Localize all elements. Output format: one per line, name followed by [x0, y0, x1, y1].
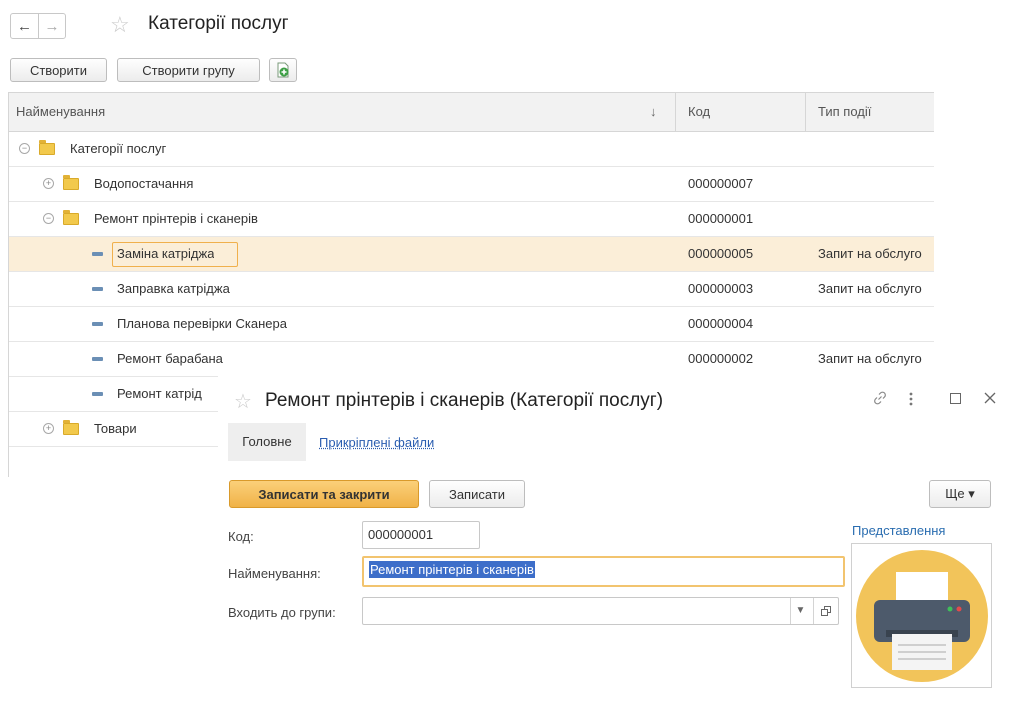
dialog-title: Ремонт прінтерів і сканерів (Категорії п…	[265, 390, 664, 411]
column-header-name[interactable]: Найменування	[16, 93, 105, 131]
row-code: 000000005	[688, 246, 754, 261]
row-name: Товари	[94, 421, 137, 436]
link-icon[interactable]	[872, 390, 888, 406]
sort-indicator[interactable]: ↓	[650, 93, 657, 131]
row-code: 000000002	[688, 351, 754, 366]
table-row[interactable]: Ремонт барабана 000000002 Запит на обслу…	[9, 342, 934, 377]
star-outline-icon[interactable]: ☆	[110, 14, 130, 36]
item-icon	[92, 287, 103, 291]
back-button[interactable]: ←	[11, 14, 38, 38]
row-name: Заміна катріджа	[117, 246, 215, 261]
add-copy-button[interactable]	[269, 58, 297, 82]
row-code: 000000007	[688, 176, 754, 191]
item-form-dialog: ☆ Ремонт прінтерів і сканерів (Категорії…	[218, 376, 1009, 704]
name-label: Найменування:	[228, 566, 321, 581]
create-group-button[interactable]: Створити групу	[117, 58, 260, 82]
folder-icon	[63, 420, 79, 435]
more-button[interactable]: Ще ▾	[929, 480, 991, 508]
navigation-buttons: ← →	[10, 13, 66, 39]
save-button[interactable]: Записати	[429, 480, 525, 508]
table-row[interactable]: + Водопостачання 000000007	[9, 167, 934, 202]
item-icon	[92, 357, 103, 361]
collapse-icon[interactable]: −	[43, 213, 54, 224]
folder-icon	[63, 175, 79, 190]
row-name: Планова перевірки Сканера	[117, 316, 287, 331]
row-code: 000000004	[688, 316, 754, 331]
row-name: Заправка катріджа	[117, 281, 230, 296]
column-header-event-type[interactable]: Тип події	[818, 93, 871, 131]
table-row-selected[interactable]: Заміна катріджа 000000005 Запит на обслу…	[9, 237, 934, 272]
row-name: Ремонт прінтерів і сканерів	[94, 211, 258, 226]
page-title: Категорії послуг	[148, 13, 289, 34]
add-document-icon	[277, 62, 289, 78]
row-name: Ремонт барабана	[117, 351, 223, 366]
row-event-type: Запит на обслуго	[818, 351, 922, 366]
row-name: Водопостачання	[94, 176, 194, 191]
more-vertical-icon[interactable]	[908, 391, 914, 407]
table-row[interactable]: Планова перевірки Сканера 000000004	[9, 307, 934, 342]
table-row[interactable]: − Категорії послуг	[9, 132, 934, 167]
code-field[interactable]: 000000001	[362, 521, 480, 549]
arrow-right-icon: →	[44, 17, 60, 35]
grid-header: Найменування ↓ Код Тип події	[9, 92, 934, 132]
printer-icon	[856, 550, 988, 682]
parent-group-field[interactable]: ▼	[362, 597, 839, 625]
item-icon	[92, 252, 103, 256]
star-outline-icon[interactable]: ☆	[234, 391, 252, 413]
folder-icon	[63, 210, 79, 225]
arrow-left-icon: ←	[17, 17, 32, 35]
group-label: Входить до групи:	[228, 605, 336, 620]
representation-link[interactable]: Представлення	[852, 523, 945, 538]
row-name: Категорії послуг	[70, 141, 167, 156]
save-and-close-button[interactable]: Записати та закрити	[229, 480, 419, 508]
selected-text: Ремонт прінтерів і сканерів	[369, 561, 535, 578]
create-button[interactable]: Створити	[10, 58, 107, 82]
table-row[interactable]: Заправка катріджа 000000003 Запит на обс…	[9, 272, 934, 307]
item-icon	[92, 322, 103, 326]
row-event-type: Запит на обслуго	[818, 281, 922, 296]
tab-main[interactable]: Головне	[228, 423, 306, 461]
close-icon[interactable]	[984, 392, 996, 404]
row-name: Ремонт катрід	[117, 386, 202, 401]
column-header-code[interactable]: Код	[688, 93, 710, 131]
maximize-icon[interactable]	[950, 393, 961, 404]
expand-icon[interactable]: +	[43, 423, 54, 434]
dropdown-arrow-icon[interactable]: ▼	[790, 598, 810, 624]
row-code: 000000003	[688, 281, 754, 296]
name-field[interactable]: Ремонт прінтерів і сканерів	[362, 556, 845, 587]
open-icon[interactable]	[813, 598, 838, 624]
tab-attached-files[interactable]: Прикріплені файли	[319, 435, 434, 450]
expand-icon[interactable]: +	[43, 178, 54, 189]
table-row[interactable]: − Ремонт прінтерів і сканерів 000000001	[9, 202, 934, 237]
code-label: Код:	[228, 529, 254, 544]
collapse-icon[interactable]: −	[19, 143, 30, 154]
row-code: 000000001	[688, 211, 754, 226]
folder-icon	[39, 140, 55, 155]
row-event-type: Запит на обслуго	[818, 246, 922, 261]
representation-image[interactable]	[851, 543, 992, 688]
forward-button[interactable]: →	[38, 14, 65, 38]
item-icon	[92, 392, 103, 396]
